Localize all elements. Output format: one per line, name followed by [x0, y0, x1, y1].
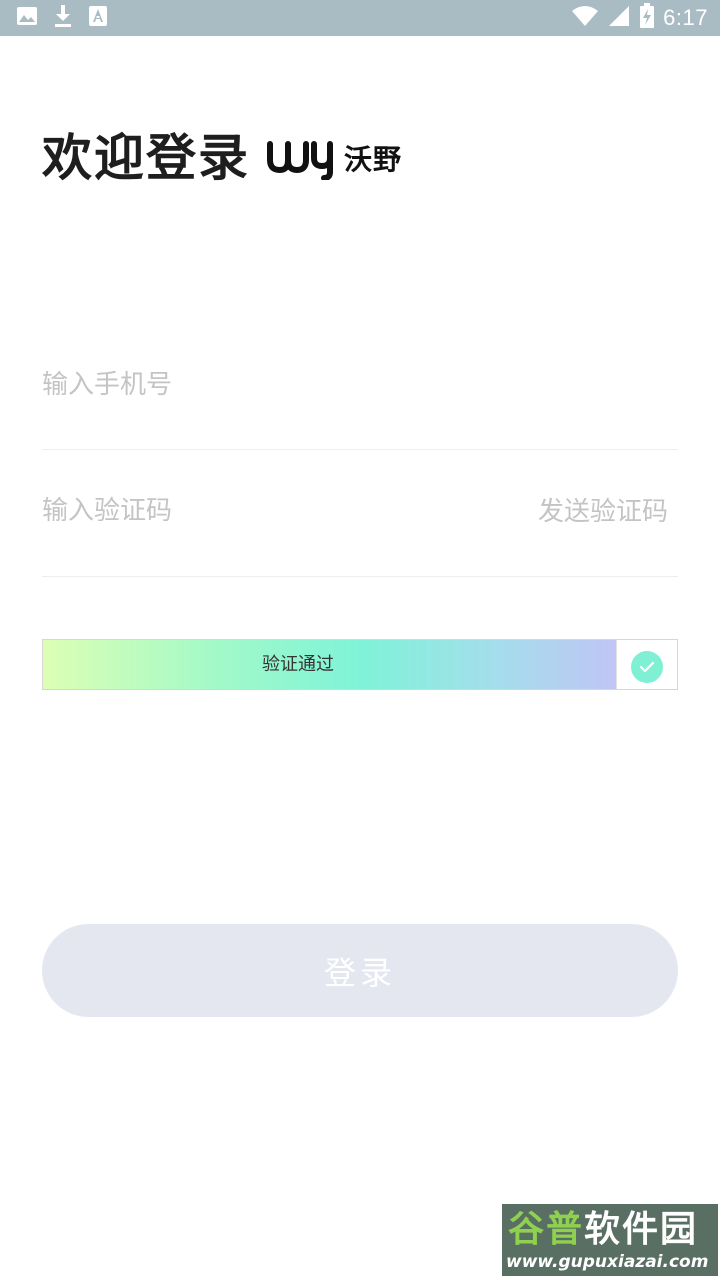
status-time: 6:17	[663, 5, 708, 30]
watermark-title: 谷普软件园	[508, 1209, 699, 1250]
slider-status-text: 验证通过	[262, 654, 334, 675]
brand-logo: 沃野	[266, 128, 402, 188]
wifi-icon	[571, 5, 599, 31]
title-row: 欢迎登录 沃野	[42, 122, 402, 194]
brand-name: 沃野	[344, 143, 403, 176]
watermark-url: www.gupuxiazai.com	[506, 1252, 709, 1272]
status-bar: 6:17	[0, 0, 720, 36]
font-icon	[88, 5, 108, 31]
check-icon	[631, 650, 663, 683]
brand-mark-icon	[267, 141, 333, 180]
verification-code-input[interactable]	[42, 490, 512, 532]
login-screen: 6:17 欢迎登录 沃野 发送验证码 验证通过	[0, 0, 720, 1280]
page-title: 欢迎登录	[42, 129, 250, 187]
battery-charging-icon	[639, 3, 655, 33]
slider-verification[interactable]: 验证通过	[42, 639, 678, 690]
watermark-logo: 谷普软件园 www.gupuxiazai.com	[502, 1204, 718, 1276]
phone-input[interactable]	[42, 364, 512, 406]
phone-field-container	[42, 352, 678, 450]
slider-handle[interactable]	[616, 640, 677, 689]
image-icon	[16, 5, 38, 31]
send-code-button[interactable]: 发送验证码	[538, 492, 668, 532]
code-field-container: 发送验证码	[42, 478, 678, 577]
signal-icon	[607, 5, 631, 31]
download-icon	[52, 4, 74, 32]
login-button[interactable]: 登录	[42, 924, 678, 1017]
